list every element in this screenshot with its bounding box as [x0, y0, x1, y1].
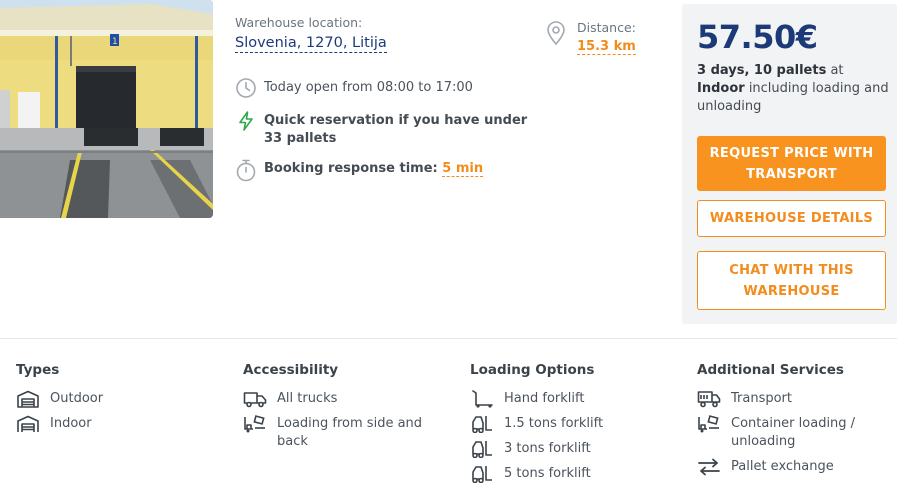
stopwatch-icon	[235, 158, 257, 182]
forklift-icon	[470, 465, 494, 484]
price-value: 57.50€	[697, 18, 818, 56]
list-item: Outdoor	[16, 390, 103, 408]
response-time-row: Booking response time: 5 min	[235, 158, 484, 182]
response-time-label: Booking response time:	[264, 161, 438, 176]
transport-icon	[697, 390, 721, 408]
list-item: Indoor	[16, 415, 103, 433]
list-item: All trucks	[243, 390, 433, 408]
section-divider	[0, 338, 897, 339]
additional-services-title: Additional Services	[697, 362, 844, 378]
open-hours-text: Today open from 08:00 to 17:00	[264, 80, 473, 95]
price-summary: 3 days, 10 pallets at Indoor including l…	[697, 62, 889, 116]
list-item: 3 tons forklift	[470, 440, 603, 459]
loading-option-label: 5 tons forklift	[504, 466, 591, 481]
svg-text:1: 1	[112, 37, 118, 47]
type-label: Indoor	[50, 416, 92, 431]
list-item: Loading from side and back	[243, 415, 433, 451]
location-label: Warehouse location:	[235, 15, 363, 30]
service-label: Pallet exchange	[731, 459, 834, 474]
clock-icon	[235, 77, 257, 99]
accessibility-label: Loading from side and back	[277, 416, 423, 449]
map-pin-icon	[545, 20, 569, 46]
quick-reservation-row: Quick reservation if you have under 33 p…	[235, 110, 535, 148]
service-label: Transport	[731, 391, 793, 406]
price-card: 57.50€ 3 days, 10 pallets at Indoor incl…	[682, 4, 897, 324]
truck-icon	[243, 390, 267, 408]
warehouse-details-button[interactable]: WAREHOUSE DETAILS	[697, 200, 886, 237]
accessibility-section: Accessibility All trucks Loading from si…	[243, 362, 433, 458]
outdoor-warehouse-icon	[16, 390, 40, 408]
list-item: Transport	[697, 390, 892, 408]
container-loading-icon	[697, 415, 721, 433]
indoor-warehouse-icon	[16, 415, 40, 433]
forklift-icon	[470, 440, 494, 459]
response-time-text: Booking response time: 5 min	[264, 158, 484, 178]
lightning-icon	[235, 110, 257, 132]
list-item: Container loading / unloading	[697, 415, 892, 451]
loading-icon	[243, 415, 267, 433]
request-price-button[interactable]: REQUEST PRICE WITH TRANSPORT	[697, 136, 886, 191]
hand-forklift-icon	[470, 390, 494, 408]
loading-options-section: Loading Options Hand forklift 1.5 tons f…	[470, 362, 603, 490]
types-section: Types Outdoor Indoor	[16, 362, 103, 440]
summary-type: Indoor	[697, 81, 745, 96]
loading-option-label: 3 tons forklift	[504, 441, 591, 456]
service-label: Container loading / unloading	[731, 416, 856, 449]
type-label: Outdoor	[50, 391, 104, 406]
accessibility-title: Accessibility	[243, 362, 339, 378]
forklift-icon	[470, 415, 494, 434]
accessibility-label: All trucks	[277, 391, 338, 406]
list-item: Hand forklift	[470, 390, 603, 408]
distance-value: 15.3 km	[577, 39, 636, 55]
loading-option-label: Hand forklift	[504, 391, 585, 406]
list-item: 5 tons forklift	[470, 465, 603, 484]
response-time-value: 5 min	[442, 161, 484, 177]
loading-options-title: Loading Options	[470, 362, 595, 378]
distance-block: Distance: 15.3 km	[545, 20, 636, 55]
open-hours-row: Today open from 08:00 to 17:00	[235, 77, 473, 99]
summary-duration: 3 days, 10 pallets	[697, 63, 827, 78]
additional-services-section: Additional Services Transport Container …	[697, 362, 892, 483]
types-title: Types	[16, 362, 60, 378]
warehouse-photo[interactable]: 1	[0, 0, 213, 218]
summary-at: at	[830, 63, 844, 78]
loading-option-label: 1.5 tons forklift	[504, 416, 604, 431]
quick-reservation-text: Quick reservation if you have under 33 p…	[264, 113, 528, 146]
exchange-icon	[697, 458, 721, 476]
list-item: Pallet exchange	[697, 458, 892, 476]
location-link[interactable]: Slovenia, 1270, Litija	[235, 35, 387, 53]
distance-label: Distance:	[577, 20, 636, 35]
chat-warehouse-button[interactable]: CHAT WITH THIS WAREHOUSE	[697, 251, 886, 310]
list-item: 1.5 tons forklift	[470, 415, 604, 434]
